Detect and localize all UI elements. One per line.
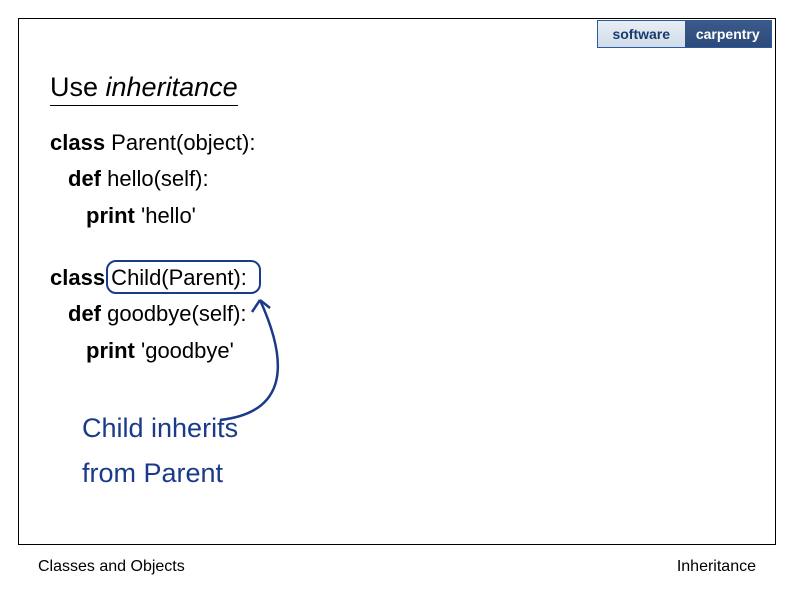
code-block-parent: class Parent(object): def hello(self): p…: [50, 125, 255, 234]
caption-line-1: Child inherits: [82, 413, 238, 444]
keyword-class: class: [50, 130, 105, 155]
keyword-def: def: [68, 301, 101, 326]
code-line: def goodbye(self):: [50, 296, 247, 332]
keyword-class: class: [50, 265, 105, 290]
code-text: hello(self):: [101, 166, 209, 191]
code-line: class Parent(object):: [50, 125, 255, 161]
heading-prefix: Use: [50, 72, 106, 102]
heading-italic: inheritance: [106, 72, 238, 102]
highlight-box: [106, 260, 261, 294]
logo-right-text: carpentry: [685, 21, 772, 47]
keyword-def: def: [68, 166, 101, 191]
keyword-print: print: [86, 338, 135, 363]
footer-right: Inheritance: [677, 558, 756, 576]
code-text: 'goodbye': [135, 338, 234, 363]
code-text: 'hello': [135, 203, 196, 228]
slide-heading: Use inheritance: [50, 72, 238, 106]
keyword-print: print: [86, 203, 135, 228]
logo-left-text: software: [598, 21, 685, 47]
caption-line-2: from Parent: [82, 458, 223, 489]
code-line: print 'goodbye': [50, 333, 247, 369]
code-line: print 'hello': [50, 198, 255, 234]
code-line: def hello(self):: [50, 161, 255, 197]
code-text: goodbye(self):: [101, 301, 247, 326]
logo: software carpentry: [597, 20, 772, 48]
footer-left: Classes and Objects: [38, 558, 185, 576]
code-text: Parent(object):: [105, 130, 255, 155]
